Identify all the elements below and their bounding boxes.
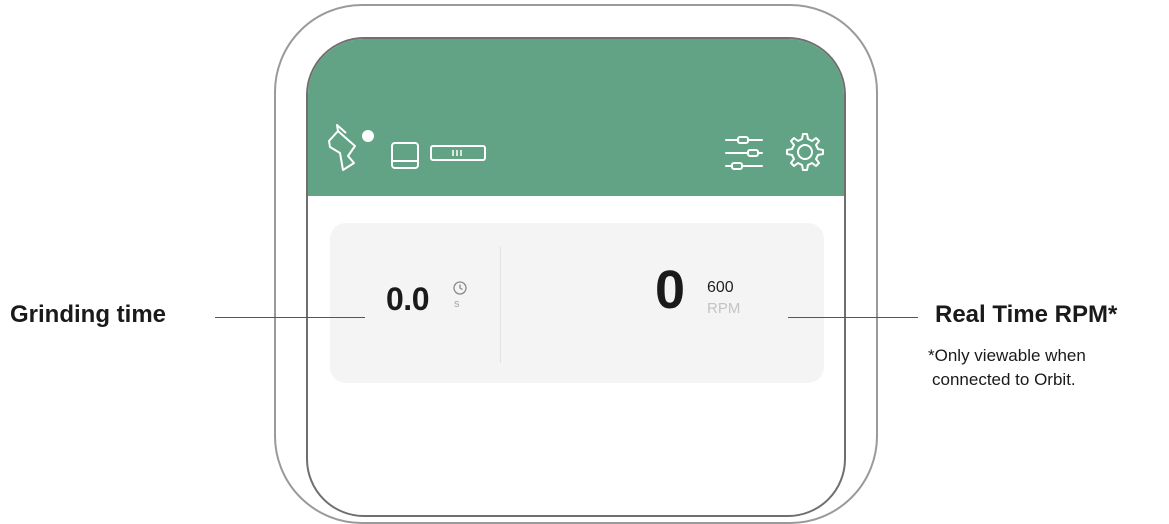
- hopper-icon[interactable]: [390, 141, 420, 171]
- real-time-rpm-label: Real Time RPM*: [935, 301, 1118, 328]
- rpm-note: *Only viewable when connected to Orbit.: [928, 344, 1168, 392]
- grinding-time-leader-line: [215, 317, 365, 318]
- rpm-note-line-1: *Only viewable when: [928, 346, 1086, 365]
- grinding-time-label: Grinding time: [10, 301, 166, 328]
- rpm-unit: RPM: [707, 300, 741, 317]
- grind-status-card: 0.0 s 0 600 RPM: [330, 223, 824, 383]
- grinding-time-unit: s: [454, 298, 460, 310]
- sliders-icon[interactable]: [724, 133, 764, 173]
- rpm-target: 600: [707, 279, 734, 296]
- grinder-icon[interactable]: [326, 123, 378, 173]
- card-divider: [500, 247, 501, 363]
- battery-icon: [430, 145, 486, 161]
- rpm-value: 0: [655, 260, 686, 320]
- clock-icon: [453, 281, 467, 295]
- grinding-time-value: 0.0: [386, 281, 429, 317]
- gear-icon[interactable]: [784, 131, 826, 173]
- phone-screen: 0.0 s 0 600 RPM: [306, 37, 846, 517]
- rpm-leader-line: [788, 317, 918, 318]
- app-header: [308, 39, 844, 196]
- rpm-note-line-2: connected to Orbit.: [932, 370, 1076, 389]
